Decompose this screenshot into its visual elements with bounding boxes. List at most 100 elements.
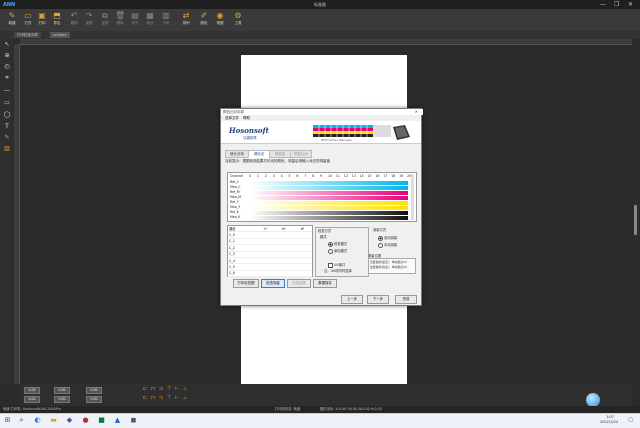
center-page-icon[interactable]: ⊥ bbox=[182, 395, 188, 401]
finish-button[interactable]: 完成 bbox=[395, 295, 417, 304]
uv-checkbox[interactable]: UV窗口 bbox=[328, 262, 345, 268]
status-printer: 打印机状态: 就绪 bbox=[275, 407, 301, 411]
clock-time[interactable]: 1:07 bbox=[606, 415, 614, 419]
align-icon: ▤ bbox=[131, 11, 139, 20]
maximize-icon[interactable]: ❐ bbox=[614, 1, 619, 8]
assistant-bubble-icon[interactable] bbox=[586, 393, 600, 407]
copy-button[interactable]: ⧉ 复制 bbox=[97, 11, 113, 29]
distribute-icon: ▥ bbox=[162, 11, 170, 20]
same-height-icon[interactable]: ⊤ bbox=[166, 395, 172, 401]
tab-calibration-wizard[interactable]: 打印校准向导 bbox=[14, 32, 41, 38]
start-icon[interactable]: ⊞ bbox=[3, 416, 12, 425]
channel-gradient-bar bbox=[250, 200, 408, 205]
align-bottom-icon[interactable]: ⊥ bbox=[182, 386, 188, 392]
undo-button[interactable]: ↶ 撤销 bbox=[66, 11, 82, 29]
channel-scrollbar[interactable] bbox=[411, 174, 414, 220]
redo-button[interactable]: ↷ 重做 bbox=[81, 11, 97, 29]
channel-label: Mea_M bbox=[230, 195, 242, 199]
app-icon-2[interactable]: ● bbox=[81, 416, 90, 425]
tab-ink-volume[interactable]: 喷墨量 bbox=[269, 150, 291, 158]
scale-field[interactable]: 0.00 bbox=[86, 396, 102, 403]
pen-tool-icon[interactable]: ✎ bbox=[3, 134, 11, 142]
edge-icon[interactable]: ◐ bbox=[33, 416, 42, 425]
tab-color-method[interactable]: 调色法 bbox=[248, 150, 270, 158]
width-field[interactable]: 0.00 bbox=[54, 387, 70, 394]
copy-icon: ⧉ bbox=[102, 11, 108, 20]
check-measure-button[interactable]: 检查测量 bbox=[261, 279, 285, 288]
tab-color-compare[interactable]: 颜色比对 bbox=[290, 150, 312, 158]
check-result-button[interactable]: 检查结果 bbox=[287, 279, 311, 288]
app-icon-4[interactable]: ▲ bbox=[113, 416, 122, 425]
status-bar: 就绪 打印机: HosonsoftUV6-2500Pro 打印机状态: 就绪 图… bbox=[0, 406, 640, 413]
next-step-button[interactable]: 下一步 bbox=[367, 295, 389, 304]
color-button[interactable]: ✐ 颜色 bbox=[196, 11, 212, 29]
undo-label: 撤销 bbox=[70, 21, 78, 25]
align-middle-icon[interactable]: ⊢ bbox=[174, 386, 180, 392]
table-row[interactable]: C_6 bbox=[228, 270, 312, 278]
same-width-icon[interactable]: ⊐ bbox=[158, 395, 164, 401]
arrange-icon: ⇄ bbox=[182, 11, 190, 20]
delete-button[interactable]: 🗑 删除 bbox=[112, 11, 128, 29]
tab-nozzle-analysis[interactable]: 喷头分析 bbox=[225, 150, 249, 158]
select-tool-icon[interactable]: ↖ bbox=[3, 41, 11, 49]
radio-check-mode[interactable]: 检查模式 bbox=[328, 241, 347, 247]
barcode-tool-icon[interactable]: ▥ bbox=[3, 145, 11, 153]
rectangle-tool-icon[interactable]: ▭ bbox=[3, 99, 11, 107]
distribute-v-icon[interactable]: ⊓ bbox=[150, 395, 156, 401]
same-size-icon[interactable]: ⊢ bbox=[174, 395, 180, 401]
status-coordinates: 图形坐标: X:0.00 Y:0.00 W:0.00 H:0.00 bbox=[320, 407, 382, 411]
align-left-icon[interactable]: ⊏ bbox=[142, 386, 148, 392]
channel-rows: Ref_C Mea_C Ref_M Mea_M Ref_Y Mea_Y Ref_K Mea_K bbox=[228, 173, 416, 221]
app-icon-1[interactable]: ◆ bbox=[65, 416, 74, 425]
height-field[interactable]: 0.00 bbox=[54, 396, 70, 403]
save-data-button[interactable]: 数据保存 bbox=[313, 279, 337, 288]
radio-manual-measure[interactable]: 手动测量 bbox=[378, 242, 397, 248]
channel-gradient-bar bbox=[250, 180, 408, 185]
radio-add-mode[interactable]: 添加模式 bbox=[328, 248, 347, 254]
export-button[interactable]: ⬒ 导出 bbox=[49, 11, 65, 29]
tab-untitled[interactable]: untitled bbox=[50, 32, 70, 38]
test-strip-image bbox=[313, 124, 391, 138]
group-button[interactable]: ▦ 组合 bbox=[142, 11, 158, 29]
line-tool-icon[interactable]: — bbox=[3, 87, 11, 95]
y-field[interactable]: 0.00 bbox=[24, 396, 40, 403]
dialog-banner: Hosonsoft 汉森软件 BMP Vertex Manager bbox=[221, 121, 421, 144]
explorer-icon[interactable]: ▬ bbox=[49, 416, 58, 425]
tools-button[interactable]: ⚙ 工具 bbox=[230, 11, 246, 29]
text-tool-icon[interactable]: T bbox=[3, 123, 11, 131]
scrollbar-thumb[interactable] bbox=[634, 205, 637, 235]
arrange-button[interactable]: ⇄ 排列 bbox=[178, 11, 194, 29]
zoom-tool-icon[interactable]: ◴ bbox=[3, 63, 11, 71]
align-right-icon[interactable]: ⊐ bbox=[158, 386, 164, 392]
ellipse-tool-icon[interactable]: ◯ bbox=[3, 111, 11, 119]
view-button[interactable]: ◉ 视图 bbox=[212, 11, 228, 29]
channel-gradient-bar bbox=[250, 210, 408, 215]
uv-note: 注：UV时同时选择 bbox=[324, 269, 352, 273]
app-icon-5[interactable]: ◼ bbox=[129, 416, 138, 425]
new-button[interactable]: ✎ 新建 bbox=[4, 11, 20, 29]
rotate-field[interactable]: 0.00 bbox=[86, 387, 102, 394]
align-label: 对齐 bbox=[131, 21, 139, 25]
clock-date[interactable]: 2022/1/24 bbox=[600, 420, 618, 424]
node-tool-icon[interactable]: ⊕ bbox=[3, 52, 11, 60]
app-icon-3[interactable]: ■ bbox=[97, 416, 106, 425]
radio-auto-measure[interactable]: 自动测量 bbox=[378, 235, 397, 241]
align-center-icon[interactable]: ⊓ bbox=[150, 386, 156, 392]
prev-step-button[interactable]: 上一步 bbox=[341, 295, 363, 304]
align-top-icon[interactable]: ⊤ bbox=[166, 386, 172, 392]
distribute-button[interactable]: ▥ 分布 bbox=[158, 11, 174, 29]
search-icon[interactable]: ⌕ bbox=[17, 416, 26, 425]
minimize-icon[interactable]: — bbox=[600, 1, 606, 8]
distribute-h-icon[interactable]: ⊏ bbox=[142, 395, 148, 401]
print-button[interactable]: ▣ 打印 bbox=[34, 11, 50, 29]
channel-panel: Channel 0 1 2 3 4 5 6 7 8 9 10 11 12 13 14 15 16 17 18 19 20… bbox=[227, 172, 417, 222]
brand-logo: Hosonsoft bbox=[229, 126, 269, 135]
notification-icon[interactable]: ▢ bbox=[626, 416, 635, 425]
close-icon[interactable]: ✕ bbox=[628, 1, 633, 8]
x-field[interactable]: 0.00 bbox=[24, 387, 40, 394]
crop-tool-icon[interactable]: ⌗ bbox=[3, 74, 11, 82]
print-check-chart-button[interactable]: 打印检查图 bbox=[233, 279, 259, 288]
group-icon: ▦ bbox=[146, 11, 154, 20]
align-button[interactable]: ▤ 对齐 bbox=[127, 11, 143, 29]
channel-label: Ref_M bbox=[230, 190, 240, 194]
